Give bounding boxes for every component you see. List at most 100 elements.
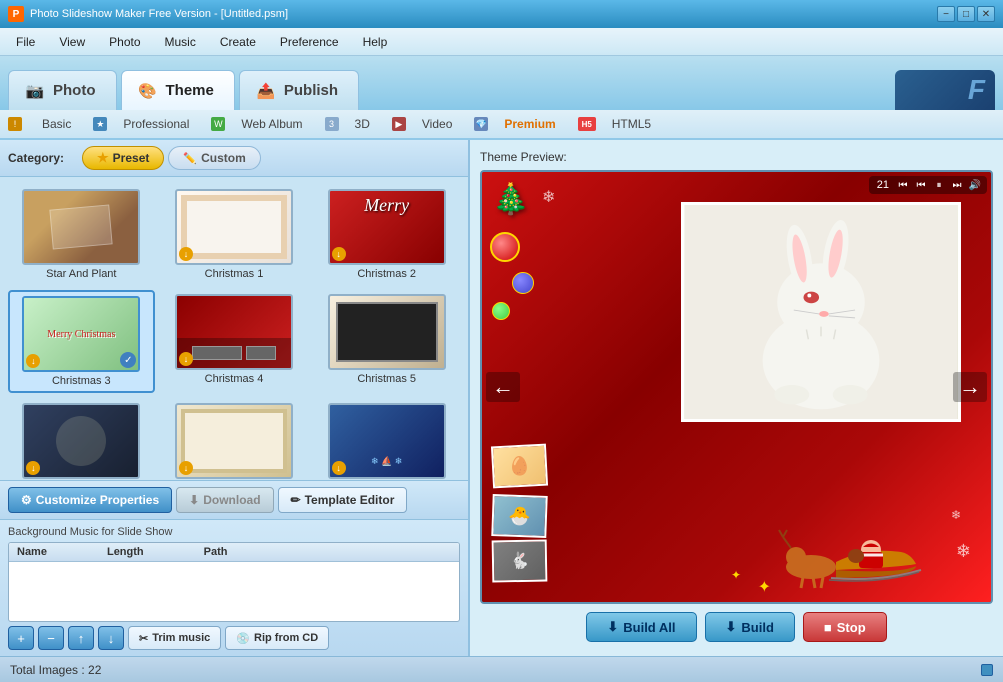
customize-properties-button[interactable]: ⚙ Customize Properties bbox=[8, 487, 172, 513]
theme-item-star-plant[interactable]: Star And Plant bbox=[8, 185, 155, 284]
photo-tab-icon: 📷 bbox=[23, 79, 47, 103]
theme-label-christmas3: Christmas 3 bbox=[52, 375, 111, 387]
star-decoration-2: ✦ bbox=[731, 568, 741, 582]
volume-button[interactable]: 🔊 bbox=[967, 178, 983, 192]
build-all-label: Build All bbox=[623, 620, 675, 635]
theme-label-christmas1: Christmas 1 bbox=[205, 268, 264, 280]
template-editor-button[interactable]: ✏ Template Editor bbox=[278, 487, 408, 513]
music-table: Name Length Path bbox=[8, 542, 460, 622]
download-button[interactable]: ⬇ Download bbox=[176, 487, 273, 513]
preset-tab[interactable]: ★ Preset bbox=[82, 146, 164, 170]
preview-arrow-left[interactable]: ← bbox=[486, 372, 520, 402]
stop-icon: ■ bbox=[824, 620, 832, 635]
menu-view[interactable]: View bbox=[47, 31, 97, 53]
theme-thumb-christmas1: ↓ bbox=[175, 189, 293, 265]
category-bar: Category: ★ Preset ✏️ Custom bbox=[0, 140, 468, 177]
sub-tab-basic[interactable]: Basic bbox=[28, 113, 85, 135]
download-badge-4: ↓ bbox=[179, 352, 193, 366]
sub-tab-video[interactable]: Video bbox=[408, 113, 466, 135]
sub-tab-3d[interactable]: 3D bbox=[341, 113, 384, 135]
menu-photo[interactable]: Photo bbox=[97, 31, 152, 53]
theme-thumb-christmas3: Merry Christmas ↓ ✓ bbox=[22, 296, 140, 372]
sub-tab-html5[interactable]: HTML5 bbox=[598, 113, 665, 135]
custom-brush-icon: ✏️ bbox=[183, 152, 197, 165]
play-button[interactable]: ⏮ bbox=[913, 178, 929, 192]
web-icon: W bbox=[211, 117, 225, 131]
menu-music[interactable]: Music bbox=[153, 31, 208, 53]
bunny-image bbox=[684, 205, 958, 419]
snowflake-5: ❄ bbox=[951, 508, 961, 522]
move-up-button[interactable]: ↑ bbox=[68, 626, 94, 650]
template-label: Template Editor bbox=[305, 493, 395, 507]
theme-item-christmas6[interactable]: ↓ Christmas 6 bbox=[8, 399, 155, 480]
santa-decoration bbox=[771, 512, 931, 592]
video-icon: ▶ bbox=[392, 117, 406, 131]
theme-item-christmas5[interactable]: Christmas 5 bbox=[313, 290, 460, 393]
preview-main-photo bbox=[681, 202, 961, 422]
ornament-blue-1 bbox=[512, 272, 534, 294]
pro-icon: ★ bbox=[93, 117, 107, 131]
theme-thumb-christmas5 bbox=[328, 294, 446, 370]
trim-icon: ✂ bbox=[139, 632, 148, 645]
remove-music-button[interactable]: − bbox=[38, 626, 64, 650]
html5-icon: H5 bbox=[578, 117, 596, 131]
tab-publish-label: Publish bbox=[284, 82, 338, 99]
sub-tab-professional[interactable]: Professional bbox=[109, 113, 203, 135]
theme-item-christmas8[interactable]: ❄ ⛵ ❄ ↓ Christmas 8 bbox=[313, 399, 460, 480]
add-music-button[interactable]: + bbox=[8, 626, 34, 650]
title-bar: P Photo Slideshow Maker Free Version - [… bbox=[0, 0, 1003, 28]
menu-help[interactable]: Help bbox=[351, 31, 400, 53]
move-down-button[interactable]: ↓ bbox=[98, 626, 124, 650]
menu-create[interactable]: Create bbox=[208, 31, 268, 53]
build-all-button[interactable]: ⬇ Build All bbox=[586, 612, 696, 642]
preview-arrow-right[interactable]: → bbox=[953, 372, 987, 402]
small-photo-3: 🐇 bbox=[492, 540, 548, 583]
trim-music-button[interactable]: ✂ Trim music bbox=[128, 626, 221, 650]
category-label: Category: bbox=[8, 151, 64, 165]
tab-theme[interactable]: 🎨 Theme bbox=[121, 70, 235, 110]
minimize-button[interactable]: − bbox=[937, 6, 955, 22]
rip-cd-button[interactable]: 💿 Rip from CD bbox=[225, 626, 329, 650]
menu-file[interactable]: File bbox=[4, 31, 47, 53]
stop-button[interactable]: ■ Stop bbox=[803, 612, 887, 642]
theme-item-christmas2[interactable]: Merry ↓ Christmas 2 bbox=[313, 185, 460, 284]
snowflake-3: ❄ bbox=[542, 187, 555, 207]
ornament-red-1 bbox=[490, 232, 520, 262]
col-path: Path bbox=[204, 546, 228, 558]
tab-publish[interactable]: 📤 Publish bbox=[239, 70, 359, 110]
star-decoration-1: ✦ bbox=[758, 577, 771, 597]
theme-tab-icon: 🎨 bbox=[136, 79, 160, 103]
build-all-icon: ⬇ bbox=[607, 619, 618, 635]
sub-tab-web-album[interactable]: Web Album bbox=[227, 113, 316, 135]
menu-preference[interactable]: Preference bbox=[268, 31, 351, 53]
theme-item-christmas7[interactable]: ↓ Christmas 7 bbox=[161, 399, 308, 480]
small-photos-stack: 🥚 🐣 🐇 bbox=[492, 445, 547, 582]
small-photo-2: 🐣 bbox=[491, 494, 547, 538]
snowflake-4: ❄ bbox=[956, 541, 971, 562]
download-icon: ⬇ bbox=[189, 493, 199, 507]
ornament-topleft: 🎄 bbox=[492, 182, 529, 217]
theme-label-christmas4: Christmas 4 bbox=[205, 373, 264, 385]
sub-tab-premium[interactable]: Premium bbox=[490, 113, 569, 135]
customize-label: Customize Properties bbox=[36, 493, 159, 507]
skip-forward-button[interactable]: ⏭ bbox=[949, 178, 965, 192]
theme-thumb-christmas6: ↓ bbox=[22, 403, 140, 479]
premium-icon: 💎 bbox=[474, 117, 488, 131]
theme-item-christmas4[interactable]: ↓ Christmas 4 bbox=[161, 290, 308, 393]
skip-back-button[interactable]: ⏮ bbox=[895, 178, 911, 192]
maximize-button[interactable]: □ bbox=[957, 6, 975, 22]
custom-tab[interactable]: ✏️ Custom bbox=[168, 146, 260, 170]
close-button[interactable]: ✕ bbox=[977, 6, 995, 22]
customize-icon: ⚙ bbox=[21, 493, 32, 507]
theme-item-christmas3[interactable]: Merry Christmas ↓ ✓ Christmas 3 bbox=[8, 290, 155, 393]
bottom-buttons: ⚙ Customize Properties ⬇ Download ✏ Temp… bbox=[0, 480, 468, 519]
pause-button[interactable]: ⏸ bbox=[931, 178, 947, 192]
ornament-green-1 bbox=[492, 302, 510, 320]
build-button[interactable]: ⬇ Build bbox=[705, 612, 795, 642]
theme-item-christmas1[interactable]: ↓ Christmas 1 bbox=[161, 185, 308, 284]
tab-photo[interactable]: 📷 Photo bbox=[8, 70, 117, 110]
download-label: Download bbox=[203, 493, 260, 507]
theme-thumb-christmas8: ❄ ⛵ ❄ ↓ bbox=[328, 403, 446, 479]
preview-area: 21 ⏮ ⏮ ⏸ ⏭ 🔊 🎄 ❄ ❄ ❄ ❄ ❄ bbox=[480, 170, 993, 604]
sub-tab-bar: ! Basic ★ Professional W Web Album 3 3D … bbox=[0, 110, 1003, 140]
